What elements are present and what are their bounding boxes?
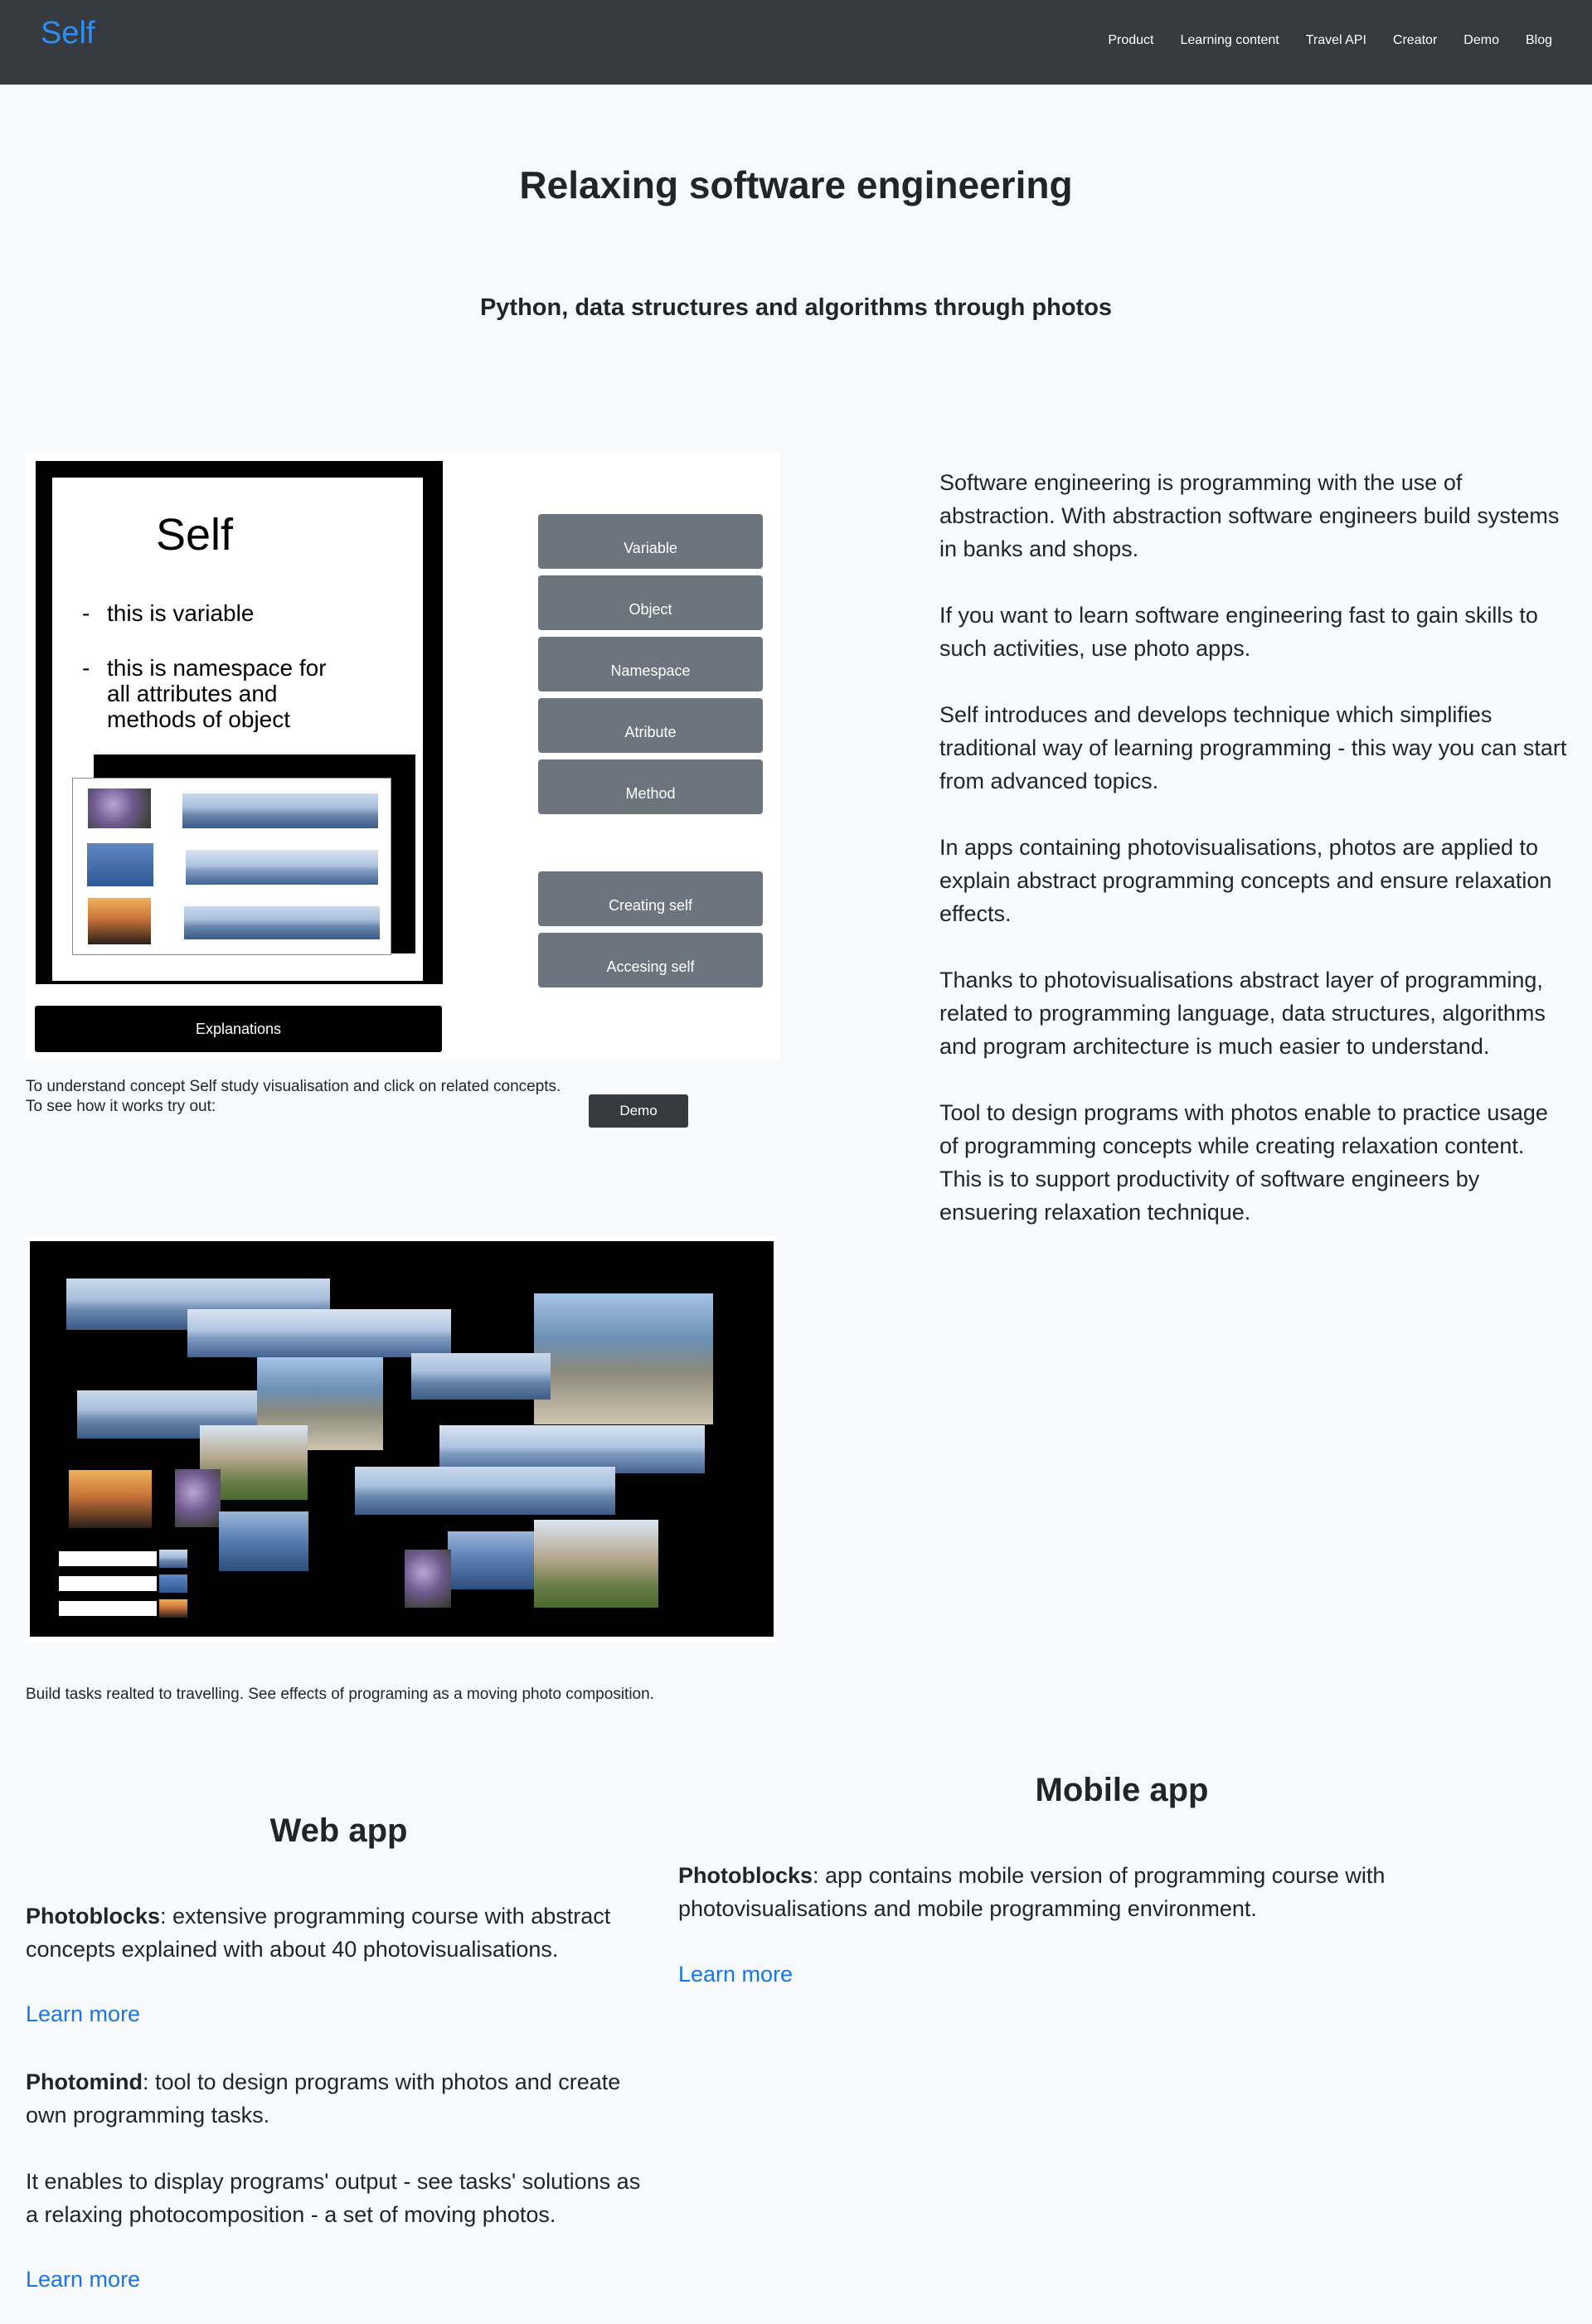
nav-link-demo[interactable]: Demo <box>1463 33 1499 48</box>
bullet-dash-icon: - <box>82 655 90 681</box>
web-photomind-extra: It enables to display programs' output -… <box>26 2169 641 2227</box>
nav-link-blog[interactable]: Blog <box>1526 33 1552 48</box>
self-visualisation: Self - this is variable - this is namesp… <box>26 453 780 1060</box>
concept-button-atribute[interactable]: Atribute <box>538 698 763 753</box>
about-paragraph: In apps containing photovisualisations, … <box>939 835 1552 926</box>
mountain-lake-photo <box>448 1531 534 1589</box>
about-paragraph: If you want to learn software engineerin… <box>939 603 1538 661</box>
about-paragraph: Tool to design programs with photos enab… <box>939 1100 1548 1225</box>
nav-link-creator[interactable]: Creator <box>1393 33 1437 48</box>
sea-photo <box>87 843 153 886</box>
thumbnail-photo <box>159 1550 187 1568</box>
concept-button-variable[interactable]: Variable <box>538 514 763 569</box>
product-name: Photoblocks <box>26 1904 161 1929</box>
web-photoblocks-text: Photoblocks: extensive programming cours… <box>26 1899 656 1966</box>
mobile-app-title: Mobile app <box>1035 1772 1209 1808</box>
bullet-text: this is variable <box>107 600 255 626</box>
white-bar <box>59 1601 157 1616</box>
lake-panorama-photo <box>182 793 378 828</box>
bullet-text: this is namespace for all attributes and… <box>107 655 327 732</box>
bullet-dash-icon: - <box>82 600 90 626</box>
thumbnail-photo <box>159 1574 187 1593</box>
self-caption-line1: To understand concept Self study visuali… <box>26 1078 561 1095</box>
slide-bullet: - this is namespace for all attributes a… <box>82 655 356 732</box>
sunset-photo <box>69 1470 152 1528</box>
explanations-button[interactable]: Explanations <box>35 1006 442 1052</box>
flower-photo <box>175 1469 221 1527</box>
photo-composition <box>30 1241 774 1637</box>
mountain-lake-photo <box>219 1511 308 1571</box>
learn-more-link[interactable]: Learn more <box>678 1962 793 1987</box>
white-bar <box>59 1576 157 1591</box>
demo-button[interactable]: Demo <box>589 1094 688 1128</box>
lake-panorama-photo <box>355 1467 615 1515</box>
town-panorama-photo <box>186 850 378 885</box>
lake-panorama-photo <box>411 1353 551 1400</box>
sunset-photo <box>88 898 151 944</box>
about-paragraph: Software engineering is programming with… <box>939 470 1560 561</box>
slide-content: Self - this is variable - this is namesp… <box>52 478 423 981</box>
concept-button-object[interactable]: Object <box>538 575 763 630</box>
photo-stack <box>72 778 391 955</box>
concept-button-accesing-self[interactable]: Accesing self <box>538 933 763 987</box>
navbar: Self Product Learning content Travel API… <box>0 0 1592 85</box>
travel-caption: Build tasks realted to travelling. See e… <box>26 1686 654 1703</box>
nav-link-travel-api[interactable]: Travel API <box>1306 33 1366 48</box>
product-name: Photomind <box>26 2069 143 2094</box>
brand-logo[interactable]: Self <box>41 16 95 51</box>
town-panorama-photo <box>187 1309 451 1357</box>
product-name: Photoblocks <box>678 1863 813 1888</box>
about-section: Software engineering is programming with… <box>939 466 1570 1262</box>
slide-bullet: - this is variable <box>82 600 255 626</box>
page-title: Relaxing software engineering <box>519 163 1073 206</box>
nav-link-product[interactable]: Product <box>1108 33 1153 48</box>
page-subtitle: Python, data structures and algorithms t… <box>479 294 1113 321</box>
temple-photo <box>534 1520 658 1608</box>
lake-panorama-photo <box>184 906 380 939</box>
self-caption-line2: To see how it works try out: <box>26 1098 216 1115</box>
rio-photo <box>534 1293 713 1424</box>
thumbnail-photo <box>159 1599 187 1618</box>
learn-more-link[interactable]: Learn more <box>26 2267 140 2292</box>
web-app-title: Web app <box>269 1812 408 1849</box>
travel-visualisation <box>26 1236 776 1642</box>
flower-photo <box>88 788 151 828</box>
slide-title: Self <box>156 510 234 560</box>
concept-button-method[interactable]: Method <box>538 759 763 814</box>
about-paragraph: Self introduces and develops technique w… <box>939 702 1567 793</box>
learn-more-link[interactable]: Learn more <box>26 2001 140 2027</box>
nav-link-learning-content[interactable]: Learning content <box>1181 33 1279 48</box>
flower-photo <box>405 1550 451 1608</box>
concept-button-namespace[interactable]: Namespace <box>538 637 763 691</box>
concept-button-creating-self[interactable]: Creating self <box>538 871 763 926</box>
nav-links: Product Learning content Travel API Crea… <box>1081 33 1552 48</box>
about-paragraph: Thanks to photovisualisations abstract l… <box>939 968 1546 1059</box>
slide-frame: Self - this is variable - this is namesp… <box>36 461 443 984</box>
white-bar <box>59 1551 157 1566</box>
web-photomind-text: Photomind: tool to design programs with … <box>26 2065 656 2132</box>
mobile-photoblocks-text: Photoblocks: app contains mobile version… <box>678 1859 1557 1925</box>
